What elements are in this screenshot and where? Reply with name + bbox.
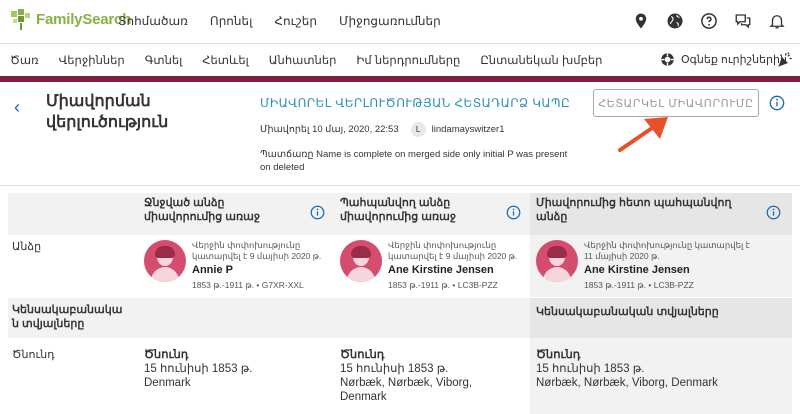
merge-user[interactable]: lindamayswitzer1 [432, 124, 505, 135]
header-accent-bar [0, 76, 800, 82]
info-icon[interactable] [766, 205, 781, 220]
person-lifespan-id: 1853 թ.-1911 թ. • G7XR-XXL [192, 280, 304, 290]
female-avatar-icon [536, 240, 578, 282]
logo-text: FamilySearch [36, 10, 132, 28]
familysearch-logo[interactable]: FamilySearch [10, 8, 131, 30]
person-card-survivor[interactable]: Վերջին փոփոխությունը կատարվել է 9 մայիսի… [340, 240, 538, 291]
subnav-following[interactable]: Հետևել [202, 53, 248, 67]
person-name[interactable]: Annie P [192, 264, 342, 277]
help-icon[interactable] [700, 12, 718, 30]
party-popper-icon[interactable] [776, 51, 794, 69]
subnav-my-contributions[interactable]: Իմ ներդրումները [356, 53, 460, 67]
birth-place: Nørbæk, Nørbæk, Viborg, Denmark [536, 377, 718, 389]
column-header-survivor: Պահպանվող անձը միավորումից առաջ [340, 197, 457, 223]
row-label-birth: Ծնունդ [12, 349, 55, 361]
birth-title: Ծնունդ [340, 349, 385, 361]
subnav-family-groups[interactable]: Ընտանեկան խմբեր [480, 53, 602, 67]
header-icons [632, 12, 786, 30]
column-header-deleted: Ջնջված անձը միավորումից առաջ [144, 197, 261, 223]
nav-family-tree[interactable]: Տոհմածառ [118, 14, 188, 28]
nav-activities[interactable]: Միջոցառումներ [339, 14, 441, 28]
column-header-result: Միավորումից հետո պահպանվող անձը [536, 197, 732, 223]
female-avatar-icon [340, 240, 382, 282]
person-lifespan-id: 1853 թ.-1911 թ. • LC3B-PZZ [584, 280, 694, 290]
merge-date: Միավորել 10 մայ, 2020, 22:53 [260, 124, 399, 135]
user-avatar: L [410, 122, 426, 137]
birth-result[interactable]: Ծնունդ 15 հունիսի 1853 թ. Nørbæk, Nørbæk… [536, 348, 776, 390]
nav-search[interactable]: Որոնել [210, 14, 252, 28]
birth-date: 15 հունիսի 1853 թ. [144, 363, 253, 375]
tree-logo-icon [11, 9, 30, 30]
person-card-deleted[interactable]: Վերջին փոփոխությունը կատարվել է 9 մայիսի… [144, 240, 342, 291]
section-divider [0, 185, 800, 186]
subnav-people[interactable]: Անհատներ [269, 53, 337, 67]
help-others-link[interactable]: Օգնեք ուրիշներին [660, 52, 787, 67]
last-changed: Վերջին փոփոխությունը կատարվել է 11 մայիս… [584, 240, 751, 261]
vitals-section-label-result: Կենսակաբանական տվյալները [536, 306, 719, 318]
messages-icon[interactable] [734, 12, 752, 30]
nav-memories[interactable]: Հուշեր [274, 14, 317, 28]
globe-icon[interactable] [666, 12, 684, 30]
help-others-label: Օգնեք ուրիշներին [681, 54, 787, 66]
revert-merge-button[interactable]: ՀԵՏԱՐԿԵԼ ՄԻԱՎՈՐՈՒՄԸ [593, 89, 759, 117]
page-title: Միավորման վերլուծություն [46, 93, 169, 131]
merge-analysis-feedback-link[interactable]: ՄԻԱՎՈՐԵԼ ՎԵՐԼՈՒԾՈՒԹՅԱՆ ՀԵՏԱԴԱՐՁ ԿԱՊԸ [260, 96, 570, 110]
birth-title: Ծնունդ [536, 349, 581, 361]
person-name[interactable]: Ane Kirstine Jensen [388, 264, 538, 277]
person-card-result[interactable]: Վերջին փոփոխությունը կատարվել է 11 մայիս… [536, 240, 754, 291]
location-icon[interactable] [632, 12, 650, 30]
birth-place: Nørbæk, Nørbæk, Viborg, Denmark [340, 377, 473, 403]
subnav-recents[interactable]: Վերջիններ [59, 53, 125, 67]
merge-meta: Միավորել 10 մայ, 2020, 22:53 L lindamays… [260, 122, 505, 137]
last-changed: Վերջին փոփոխությունը կատարվել է 9 մայիսի… [192, 240, 322, 261]
birth-deleted[interactable]: Ծնունդ 15 հունիսի 1853 թ. Denmark [144, 348, 324, 390]
subnav-find[interactable]: Գտնել [145, 53, 183, 67]
birth-survivor[interactable]: Ծնունդ 15 հունիսի 1853 թ. Nørbæk, Nørbæk… [340, 348, 520, 404]
annotation-arrow [618, 117, 668, 152]
lifebuoy-icon [661, 53, 674, 66]
info-icon[interactable] [769, 95, 785, 111]
birth-date: 15 հունիսի 1853 թ. [340, 363, 449, 375]
tree-subnav: Ծառ Վերջիններ Գտնել Հետևել Անհատներ Իմ ն… [0, 44, 800, 76]
birth-date: 15 հունիսի 1853 թ. [536, 363, 645, 375]
vitals-section-label: Կենսակաբանակա ն տվյալները [12, 304, 123, 330]
row-label-person: Անձը [12, 241, 42, 253]
female-avatar-icon [144, 240, 186, 282]
info-icon[interactable] [310, 205, 325, 220]
main-nav: Տոհմածառ Որոնել Հուշեր Միջոցառումներ [118, 14, 441, 28]
top-header: FamilySearch Տոհմածառ Որոնել Հուշեր Միջո… [0, 0, 800, 44]
back-button[interactable]: ‹ [14, 97, 20, 118]
person-name[interactable]: Ane Kirstine Jensen [584, 264, 754, 277]
last-changed: Վերջին փոփոխությունը կատարվել է 9 մայիսի… [388, 240, 518, 261]
birth-place: Denmark [144, 377, 191, 389]
info-icon[interactable] [506, 205, 521, 220]
merge-reason: Պատճառը Name is complete on merged side … [260, 149, 568, 173]
birth-title: Ծնունդ [144, 349, 189, 361]
person-lifespan-id: 1853 թ.-1911 թ. • LC3B-PZZ [388, 280, 498, 290]
bell-icon[interactable] [768, 12, 786, 30]
subnav-tree[interactable]: Ծառ [10, 53, 39, 67]
